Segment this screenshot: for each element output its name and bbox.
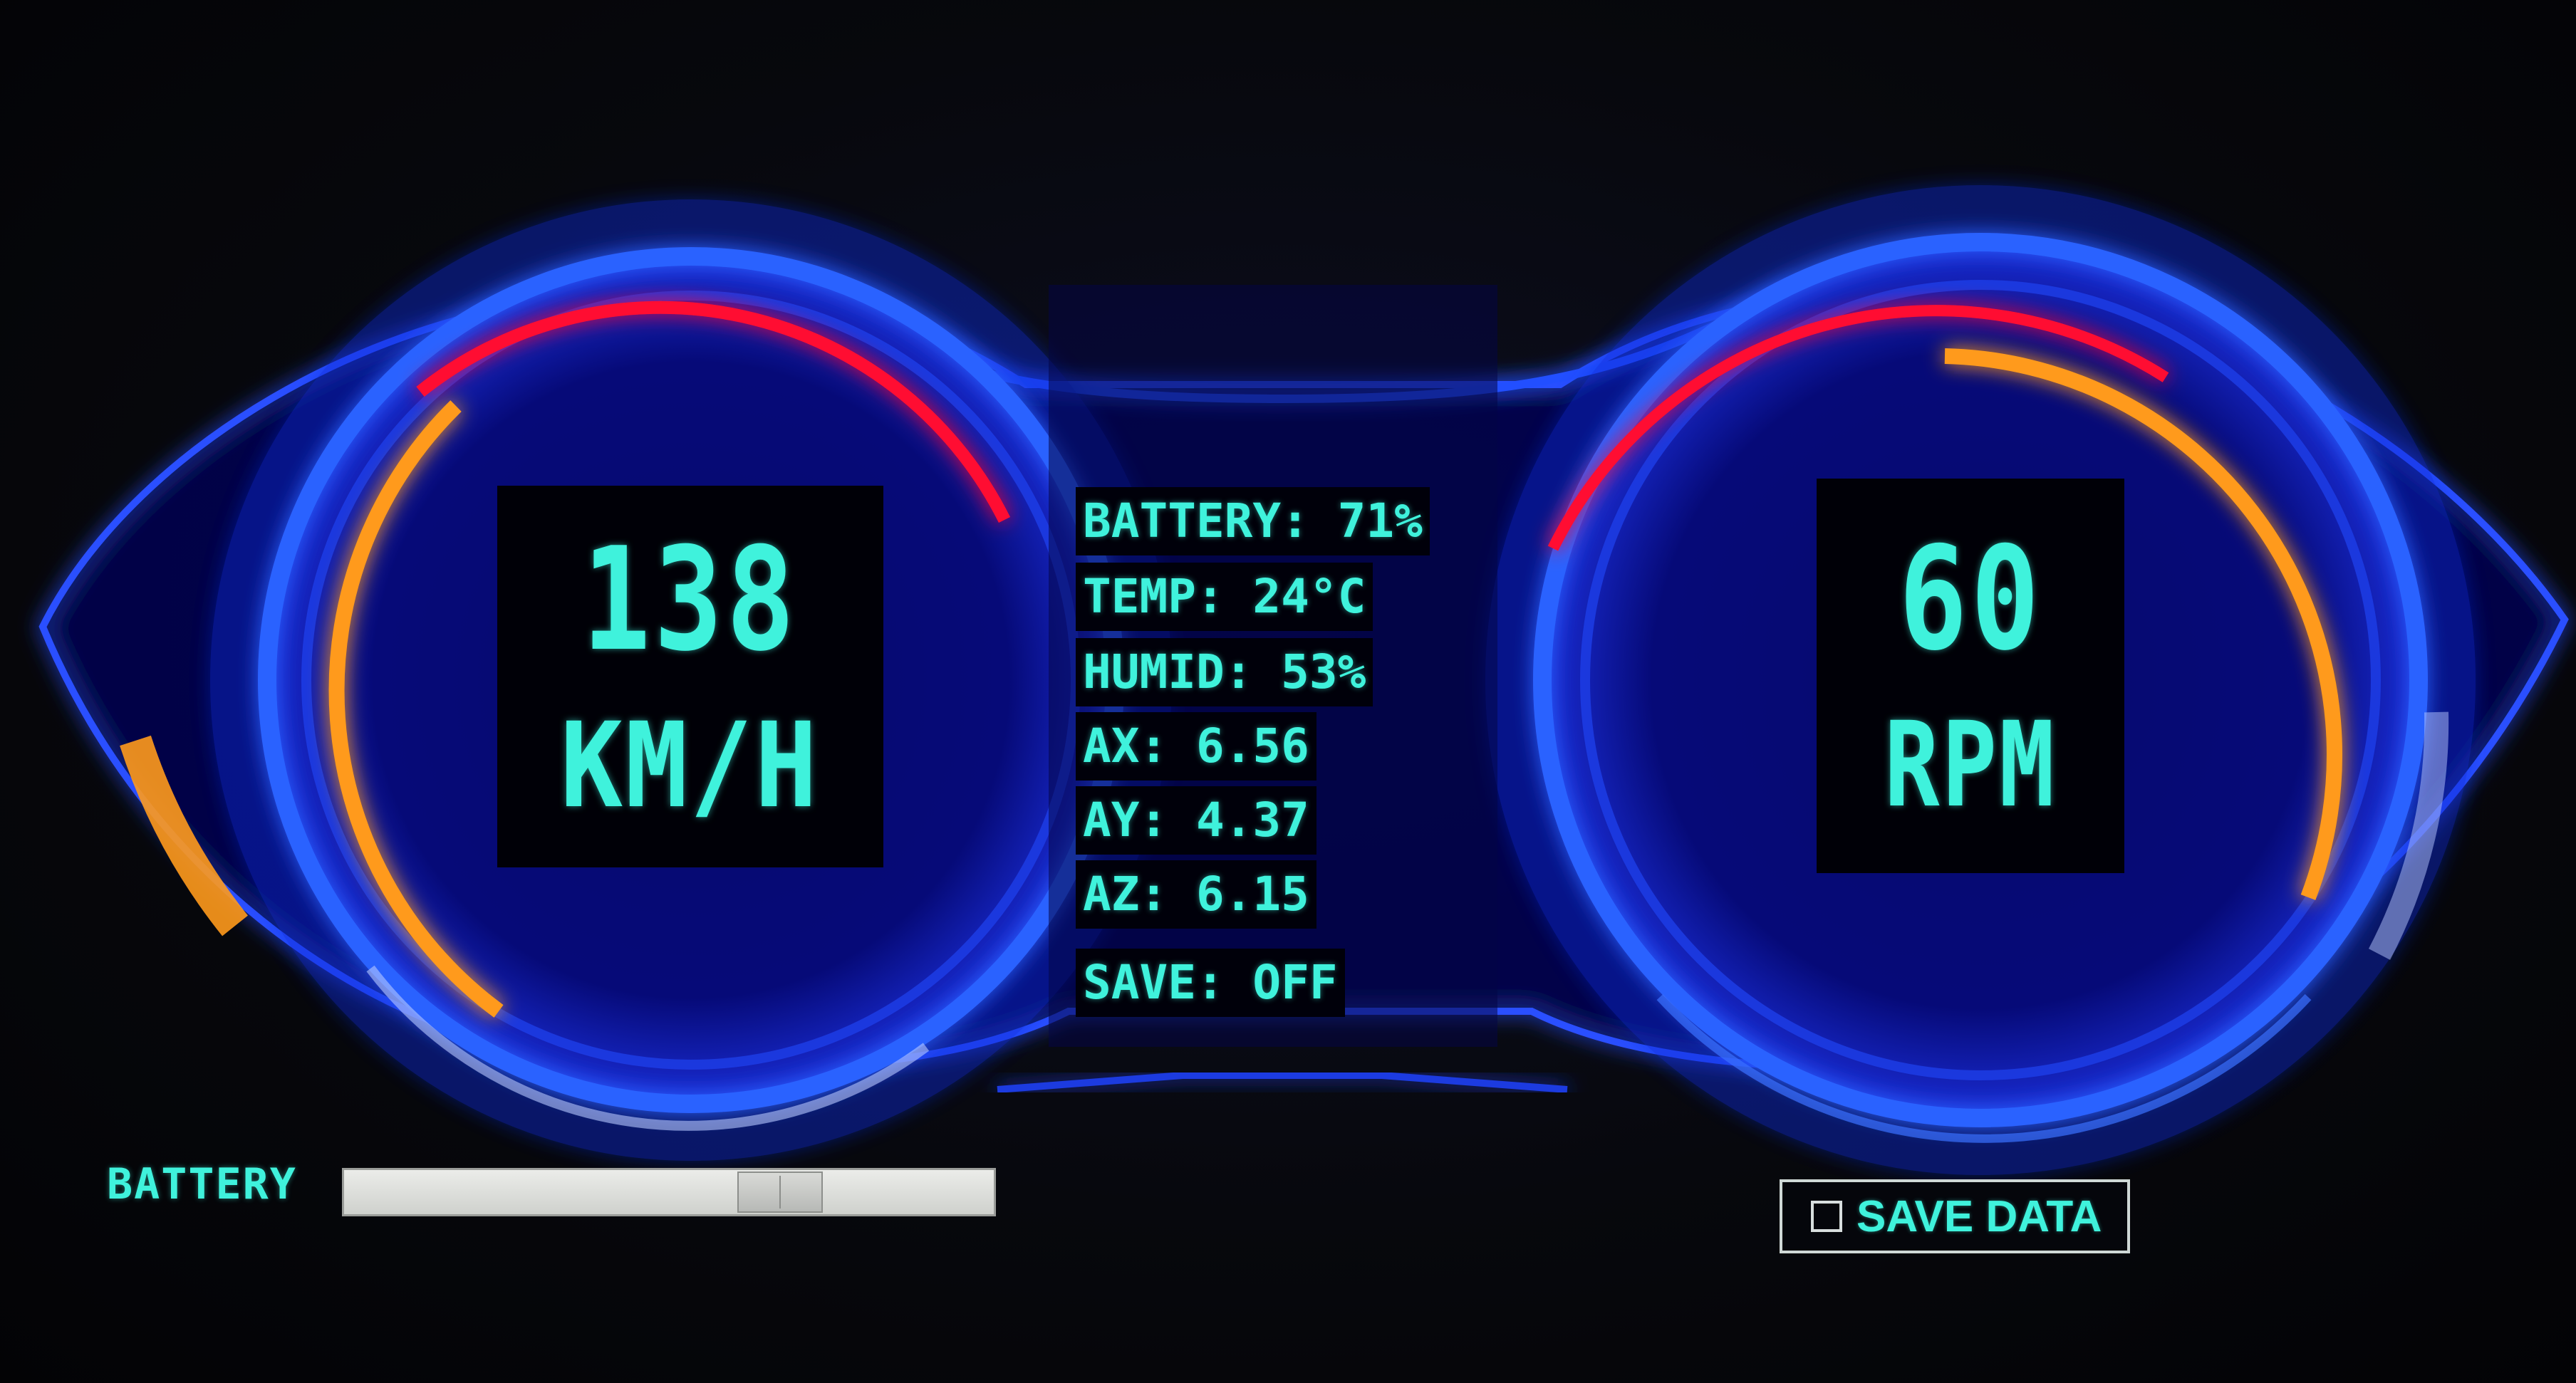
save-data-label: SAVE DATA (1856, 1191, 2102, 1241)
speed-value: 138 (582, 516, 799, 683)
save-data-checkbox[interactable]: SAVE DATA (1780, 1179, 2130, 1253)
battery-readout: BATTERY: 71% (1076, 487, 1430, 555)
speedometer-display: 138 KM/H (497, 486, 883, 867)
save-status-readout: SAVE: OFF (1076, 949, 1345, 1017)
battery-slider-label: BATTERY (107, 1159, 297, 1209)
battery-slider-thumb[interactable] (737, 1171, 823, 1213)
battery-slider[interactable] (342, 1168, 996, 1216)
rpm-value: 60 (1898, 516, 2043, 682)
temperature-readout: TEMP: 24°C (1076, 563, 1373, 631)
center-bridge-bottom (997, 1072, 1568, 1093)
ax-readout: AX: 6.56 (1076, 712, 1316, 781)
checkbox-icon[interactable] (1811, 1201, 1842, 1232)
ay-readout: AY: 4.37 (1076, 786, 1316, 855)
speed-unit: KM/H (561, 696, 820, 834)
az-readout: AZ: 6.15 (1076, 860, 1316, 929)
humidity-readout: HUMID: 53% (1076, 638, 1373, 706)
tachometer-display: 60 RPM (1817, 479, 2124, 873)
rpm-unit: RPM (1884, 696, 2057, 833)
